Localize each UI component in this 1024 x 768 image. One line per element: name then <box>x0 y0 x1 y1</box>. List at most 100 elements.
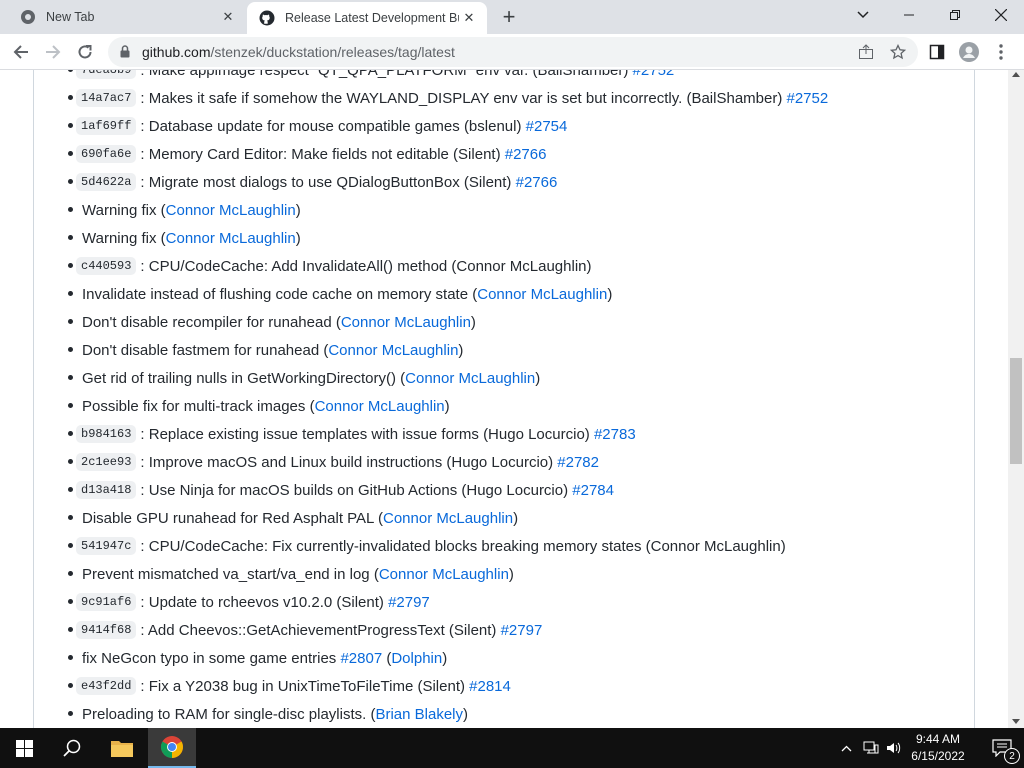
commit-sha-link[interactable]: c440593 <box>76 257 137 275</box>
author-open-paren: ( <box>382 649 392 667</box>
commit-sha-link[interactable]: 7dea8b9 <box>76 70 137 79</box>
bullet-icon <box>68 403 73 408</box>
pull-request-link[interactable]: #2797 <box>501 622 543 639</box>
author-link[interactable]: Connor McLaughlin <box>477 286 607 303</box>
back-button[interactable] <box>6 37 36 67</box>
bullet-icon <box>68 70 73 72</box>
pull-request-link[interactable]: #2782 <box>557 454 599 471</box>
start-button[interactable] <box>0 728 48 768</box>
commit-item: Prevent mismatched va_start/va_end in lo… <box>68 560 514 588</box>
browser-toolbar: github.com/stenzek/duckstation/releases/… <box>0 34 1024 70</box>
pull-request-link[interactable]: #2754 <box>526 118 568 135</box>
bullet-icon <box>68 515 73 520</box>
commit-sha-link[interactable]: 5d4622a <box>76 173 137 191</box>
windows-logo-icon <box>15 739 33 757</box>
commit-item: 2c1ee93: Improve macOS and Linux build i… <box>68 448 599 476</box>
bullet-icon <box>68 627 73 632</box>
scroll-thumb[interactable] <box>1010 358 1022 464</box>
pull-request-link[interactable]: #2784 <box>572 482 614 499</box>
action-center-button[interactable]: 2 <box>980 728 1024 768</box>
commit-sha-link[interactable]: 2c1ee93 <box>76 453 137 471</box>
commit-sha-link[interactable]: b984163 <box>76 425 137 443</box>
tab-release[interactable]: Release Latest Development Build ✕ <box>247 2 487 34</box>
file-explorer-button[interactable] <box>98 728 146 768</box>
close-window-button[interactable] <box>978 0 1024 30</box>
author-close-paren: ) <box>607 285 613 303</box>
minimize-button[interactable] <box>886 0 932 30</box>
show-hidden-icons-button[interactable] <box>836 728 856 768</box>
commit-item: Preloading to RAM for single-disc playli… <box>68 700 468 728</box>
scroll-up-icon[interactable] <box>1012 72 1020 77</box>
address-bar[interactable]: github.com/stenzek/duckstation/releases/… <box>108 37 918 67</box>
author-link[interactable]: Connor McLaughlin <box>315 398 445 415</box>
commit-sha-link[interactable]: d13a418 <box>76 481 137 499</box>
author-link[interactable]: Connor McLaughlin <box>405 370 535 387</box>
commit-message: : Add Cheevos::GetAchievementProgressTex… <box>140 621 501 639</box>
bullet-icon <box>68 711 73 716</box>
vertical-scrollbar[interactable] <box>1008 70 1024 728</box>
commit-item: e43f2dd: Fix a Y2038 bug in UnixTimeToFi… <box>68 672 511 700</box>
menu-button[interactable] <box>986 37 1016 67</box>
author-link[interactable]: Connor McLaughlin <box>379 566 509 583</box>
pull-request-link[interactable]: #2783 <box>594 426 636 443</box>
pull-request-link[interactable]: #2766 <box>505 146 547 163</box>
commit-sha-link[interactable]: 690fa6e <box>76 145 137 163</box>
network-button[interactable] <box>860 728 882 768</box>
commit-message: Possible fix for multi-track images ( <box>82 397 315 415</box>
commit-message: : Replace existing issue templates with … <box>140 425 594 443</box>
commit-sha-link[interactable]: e43f2dd <box>76 677 137 695</box>
commit-sha-link[interactable]: 9414f68 <box>76 621 137 639</box>
commit-message: : Make appimage respect `QT_QPA_PLATFORM… <box>140 70 633 79</box>
pull-request-link[interactable]: #2766 <box>516 174 558 191</box>
commit-item: Don't disable fastmem for runahead (Conn… <box>68 336 463 364</box>
restore-button[interactable] <box>932 0 978 30</box>
side-panel-icon <box>929 44 945 60</box>
github-icon <box>259 10 275 26</box>
author-link[interactable]: Connor McLaughlin <box>341 314 471 331</box>
commit-message: Prevent mismatched va_start/va_end in lo… <box>82 565 379 583</box>
profile-button[interactable] <box>954 37 984 67</box>
scroll-down-icon[interactable] <box>1012 719 1020 724</box>
commit-message: : CPU/CodeCache: Add InvalidateAll() met… <box>140 257 592 275</box>
chrome-taskbar-button[interactable] <box>148 728 196 768</box>
pull-request-link[interactable]: #2814 <box>469 678 511 695</box>
tab-search-button[interactable] <box>840 0 886 30</box>
commit-sha-link[interactable]: 14a7ac7 <box>76 89 137 107</box>
chevron-down-icon <box>857 11 869 19</box>
pull-request-link[interactable]: #2752 <box>787 90 829 107</box>
author-link[interactable]: Connor McLaughlin <box>166 202 296 219</box>
commit-message: Warning fix ( <box>82 201 166 219</box>
close-icon <box>995 9 1007 21</box>
notification-count-badge: 2 <box>1004 748 1020 764</box>
commit-sha-link[interactable]: 9c91af6 <box>76 593 137 611</box>
chrome-icon <box>21 10 35 24</box>
author-link[interactable]: Connor McLaughlin <box>383 510 513 527</box>
author-link[interactable]: Connor McLaughlin <box>166 230 296 247</box>
author-link[interactable]: Brian Blakely <box>375 706 463 723</box>
pull-request-link[interactable]: #2752 <box>633 70 675 79</box>
commit-message: : Memory Card Editor: Make fields not ed… <box>140 145 505 163</box>
commit-sha-link[interactable]: 541947c <box>76 537 137 555</box>
reload-button[interactable] <box>70 37 100 67</box>
author-link[interactable]: Dolphin <box>391 650 442 667</box>
commit-message: fix NeGcon typo in some game entries <box>82 649 341 667</box>
side-panel-button[interactable] <box>922 37 952 67</box>
new-tab-button[interactable]: + <box>498 4 520 29</box>
close-tab-icon[interactable]: ✕ <box>459 8 479 28</box>
author-close-paren: ) <box>295 201 301 219</box>
commit-item: 14a7ac7: Makes it safe if somehow the WA… <box>68 84 829 112</box>
tab-new-tab[interactable]: New Tab ✕ <box>8 0 246 34</box>
commit-message: Get rid of trailing nulls in GetWorkingD… <box>82 369 406 387</box>
share-icon[interactable] <box>858 44 874 60</box>
commit-sha-link[interactable]: 1af69ff <box>76 117 137 135</box>
pull-request-link[interactable]: #2807 <box>340 650 382 667</box>
volume-button[interactable] <box>884 728 904 768</box>
search-button[interactable] <box>48 728 96 768</box>
pull-request-link[interactable]: #2797 <box>388 594 430 611</box>
author-link[interactable]: Connor McLaughlin <box>328 342 458 359</box>
star-icon[interactable] <box>890 44 906 60</box>
forward-button[interactable] <box>38 37 68 67</box>
taskbar-clock[interactable]: 9:44 AM 6/15/2022 <box>902 731 974 765</box>
commit-message: Don't disable fastmem for runahead ( <box>82 341 329 359</box>
close-tab-icon[interactable]: ✕ <box>218 7 238 27</box>
